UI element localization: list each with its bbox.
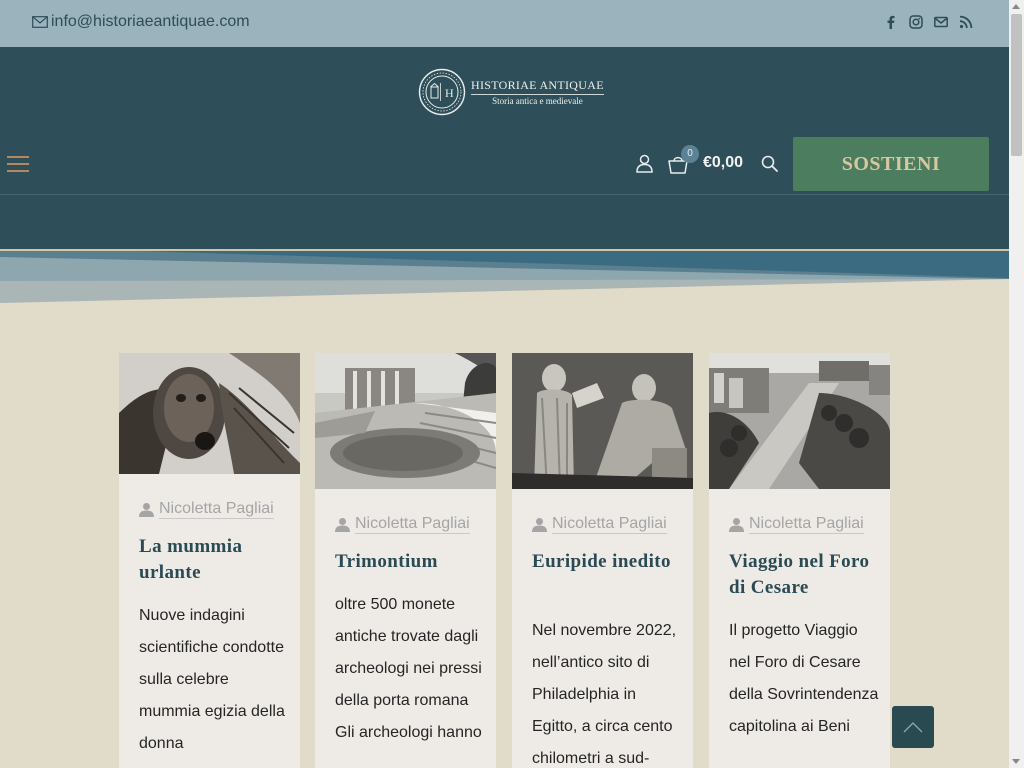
post-excerpt: Nel novembre 2022, nell’antico sito di P… [532,622,677,767]
cart-total[interactable]: €0,00 [703,154,743,172]
post-card[interactable]: Nicoletta Pagliai Euripide inedito Nel n… [512,353,693,768]
post-author[interactable]: Nicoletta Pagliai [335,515,470,534]
brand-title: HISTORIAE ANTIQUAE [471,78,604,95]
post-card[interactable]: Nicoletta Pagliai Trimontium oltre 500 m… [315,353,496,768]
post-author[interactable]: Nicoletta Pagliai [139,500,274,519]
mummy-photo[interactable] [119,353,300,474]
roman-theatre-photo[interactable] [315,353,496,489]
facebook-icon[interactable] [884,15,898,29]
post-card[interactable]: Nicoletta Pagliai Viaggio nel Foro di Ce… [709,353,890,768]
svg-text:H: H [445,86,454,100]
scroll-up-arrow-icon[interactable] [1012,4,1020,9]
scrollbar-thumb[interactable] [1011,14,1022,156]
post-title[interactable]: La mummia urlante [139,534,289,586]
search-icon[interactable] [761,155,778,172]
donate-button[interactable]: SOSTIENI [793,137,989,191]
user-account-icon[interactable] [636,154,653,173]
roman-forum-photo[interactable] [709,353,890,489]
social-links [884,15,973,29]
post-author[interactable]: Nicoletta Pagliai [532,515,667,534]
post-author[interactable]: Nicoletta Pagliai [729,515,864,534]
logo-emblem-icon: H [418,68,466,116]
post-title[interactable]: Viaggio nel Foro di Cesare [729,549,879,601]
back-to-top-button[interactable] [892,706,934,748]
envelope-icon [32,16,48,28]
contact-email-text: info@historiaeantiquae.com [51,13,250,30]
section-divider-shape [0,251,1009,303]
contact-email-link[interactable]: info@historiaeantiquae.com [32,13,250,31]
post-excerpt: oltre 500 monete antiche trovate dagli a… [335,596,482,741]
user-icon [729,518,744,532]
scroll-down-arrow-icon[interactable] [1012,759,1020,764]
brand-subtitle: Storia antica e medievale [492,96,583,106]
menu-hamburger-icon[interactable] [7,156,29,172]
top-bar: info@historiaeantiquae.com [0,0,1009,47]
post-excerpt: Nuove indagini scientifiche condotte sul… [139,607,285,752]
instagram-icon[interactable] [909,15,923,29]
header-divider [0,194,1009,195]
relief-sculpture-photo[interactable] [512,353,693,489]
rss-icon[interactable] [959,15,973,29]
page-scrollbar[interactable] [1009,0,1024,768]
post-excerpt: Il progetto Viaggio nel Foro di Cesare d… [729,622,879,735]
cart-count-badge: 0 [681,145,699,163]
post-title[interactable]: Trimontium [335,549,485,575]
post-title[interactable]: Euripide inedito [532,549,682,575]
chevron-up-icon [903,722,923,733]
mail-icon[interactable] [934,15,948,29]
post-card[interactable]: Nicoletta Pagliai La mummia urlante Nuov… [119,353,300,768]
site-header: H HISTORIAE ANTIQUAE Storia antica e med… [0,47,1009,251]
user-icon [139,503,154,517]
user-icon [532,518,547,532]
site-logo[interactable]: H HISTORIAE ANTIQUAE Storia antica e med… [418,68,604,116]
user-icon [335,518,350,532]
